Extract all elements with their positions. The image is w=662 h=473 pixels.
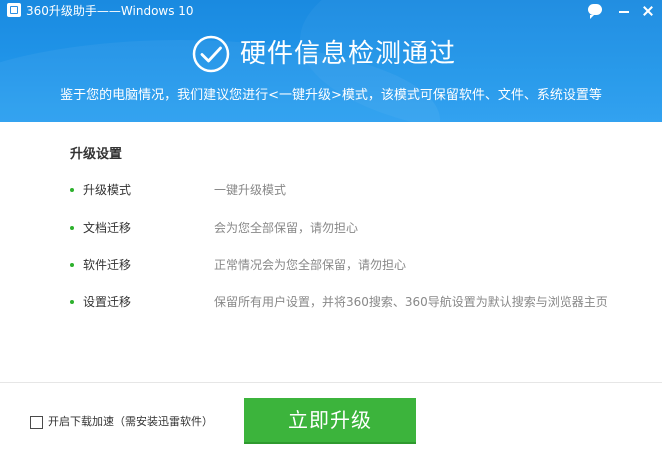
check-circle-icon [192,35,230,73]
bullet-icon [70,226,74,230]
app-logo-icon [7,3,21,17]
upgrade-now-button[interactable]: 立即升级 [244,398,416,444]
setting-value: 会为您全部保留，请勿担心 [214,221,359,235]
setting-label: 文档迁移 [83,221,132,235]
footer-divider [0,382,662,383]
setting-value: 正常情况会为您全部保留，请勿担心 [214,258,407,272]
page-title: 硬件信息检测通过 [240,39,457,69]
bullet-icon [70,188,74,192]
settings-row-documents: 文档迁移 会为您全部保留，请勿担心 [0,219,662,239]
settings-row-preferences: 设置迁移 保留所有用户设置，并将360搜索、360导航设置为默认搜索与浏览器主页 [0,293,662,313]
setting-value: 一键升级模式 [214,183,287,197]
setting-label: 升级模式 [83,183,132,197]
settings-row-mode: 升级模式 一键升级模式 [0,181,662,201]
setting-label: 设置迁移 [83,295,132,309]
close-icon[interactable] [640,3,656,19]
bullet-icon [70,263,74,267]
download-accelerate-label[interactable]: 开启下载加速（需安装迅雷软件） [48,414,213,430]
window-title: 360升级助手——Windows 10 [26,4,194,18]
setting-value: 保留所有用户设置，并将360搜索、360导航设置为默认搜索与浏览器主页 [214,295,608,309]
download-accelerate-checkbox[interactable] [30,416,43,429]
recommendation-text: 鉴于您的电脑情况，我们建议您进行<一键升级>模式，该模式可保留软件、文件、系统设… [60,88,602,103]
setting-label: 软件迁移 [83,258,132,272]
section-title: 升级设置 [70,147,123,162]
minimize-icon[interactable] [616,3,632,19]
title-bar[interactable]: 360升级助手——Windows 10 [0,0,662,22]
settings-row-software: 软件迁移 正常情况会为您全部保留，请勿担心 [0,256,662,276]
feedback-icon[interactable] [588,4,602,19]
header-banner: 360升级助手——Windows 10 硬件信息检测通过 鉴于您的电脑情况，我们… [0,0,662,122]
bullet-icon [70,300,74,304]
